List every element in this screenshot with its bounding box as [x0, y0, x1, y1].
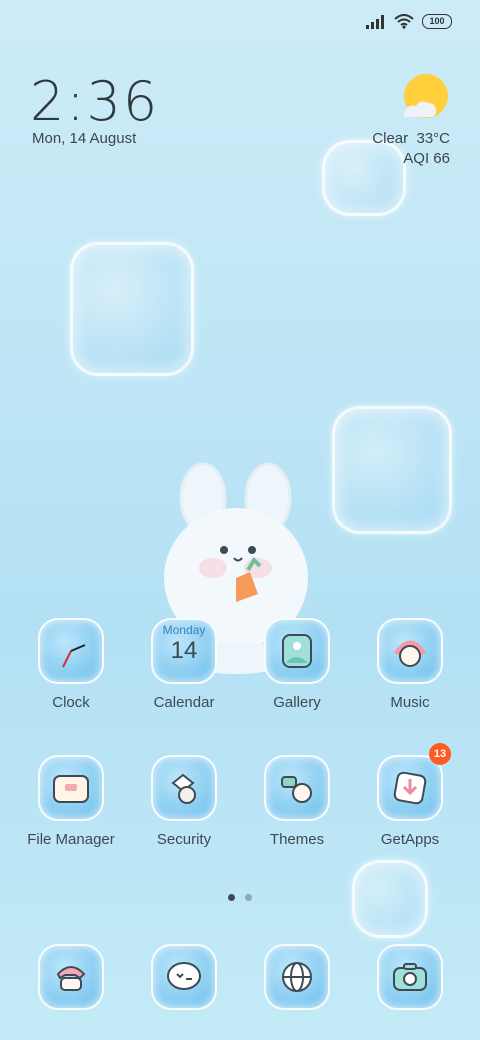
battery-indicator: 100 — [422, 14, 452, 29]
notification-badge: 13 — [429, 743, 451, 765]
clock-time[interactable]: 2:36 — [30, 70, 159, 133]
browser-icon — [264, 944, 330, 1010]
dock-camera[interactable] — [360, 944, 460, 1010]
phone-icon — [38, 944, 104, 1010]
calendar-icon: Monday 14 — [151, 618, 217, 684]
ice-cube-decoration — [332, 406, 452, 534]
app-label: Calendar — [153, 694, 215, 711]
app-music[interactable]: Music — [360, 618, 460, 711]
music-icon — [377, 618, 443, 684]
app-security[interactable]: Security — [134, 755, 234, 848]
app-calendar[interactable]: Monday 14 Calendar — [134, 618, 234, 711]
message-icon — [151, 944, 217, 1010]
gallery-icon — [264, 618, 330, 684]
app-getapps[interactable]: 13 GetApps — [360, 743, 460, 848]
ice-cube-decoration — [322, 140, 406, 216]
app-label: Gallery — [273, 694, 321, 711]
app-label: Music — [390, 694, 430, 711]
signal-icon — [366, 14, 384, 29]
app-label: File Manager — [27, 831, 115, 848]
page-dot[interactable] — [245, 894, 252, 901]
dock-browser[interactable] — [247, 944, 347, 1010]
app-label: Clock — [52, 694, 90, 711]
status-bar: 100 — [366, 14, 452, 29]
app-clock[interactable]: Clock — [21, 618, 121, 711]
ice-cube-decoration — [70, 242, 194, 376]
page-dot-active[interactable] — [228, 894, 235, 901]
app-themes[interactable]: Themes — [247, 755, 347, 848]
app-label: GetApps — [380, 831, 440, 848]
sun-cloud-icon[interactable] — [400, 74, 450, 124]
app-label: Themes — [269, 831, 325, 848]
themes-icon — [264, 755, 330, 821]
folder-icon — [38, 755, 104, 821]
app-label: Security — [156, 831, 212, 848]
clock-date[interactable]: Mon, 14 August — [32, 130, 136, 147]
weather-condition: Clear — [372, 130, 409, 147]
weather-temperature: 33°C — [416, 130, 450, 147]
weather-aqi[interactable]: AQI 66 — [403, 150, 450, 167]
dock-messages[interactable] — [134, 944, 234, 1010]
camera-icon — [377, 944, 443, 1010]
weather-condition-row[interactable]: Clear 33°C — [372, 130, 450, 147]
ice-cube-decoration — [352, 860, 428, 938]
clock-icon — [38, 618, 104, 684]
app-file-manager[interactable]: File Manager — [21, 755, 121, 848]
dock-phone[interactable] — [21, 944, 121, 1010]
calendar-day-name: Monday — [162, 623, 206, 637]
wifi-icon — [394, 14, 414, 29]
calendar-day-number: 14 — [170, 637, 198, 664]
download-icon: 13 — [377, 743, 451, 821]
shield-icon — [151, 755, 217, 821]
app-gallery[interactable]: Gallery — [247, 618, 347, 711]
page-indicator[interactable] — [228, 894, 252, 901]
